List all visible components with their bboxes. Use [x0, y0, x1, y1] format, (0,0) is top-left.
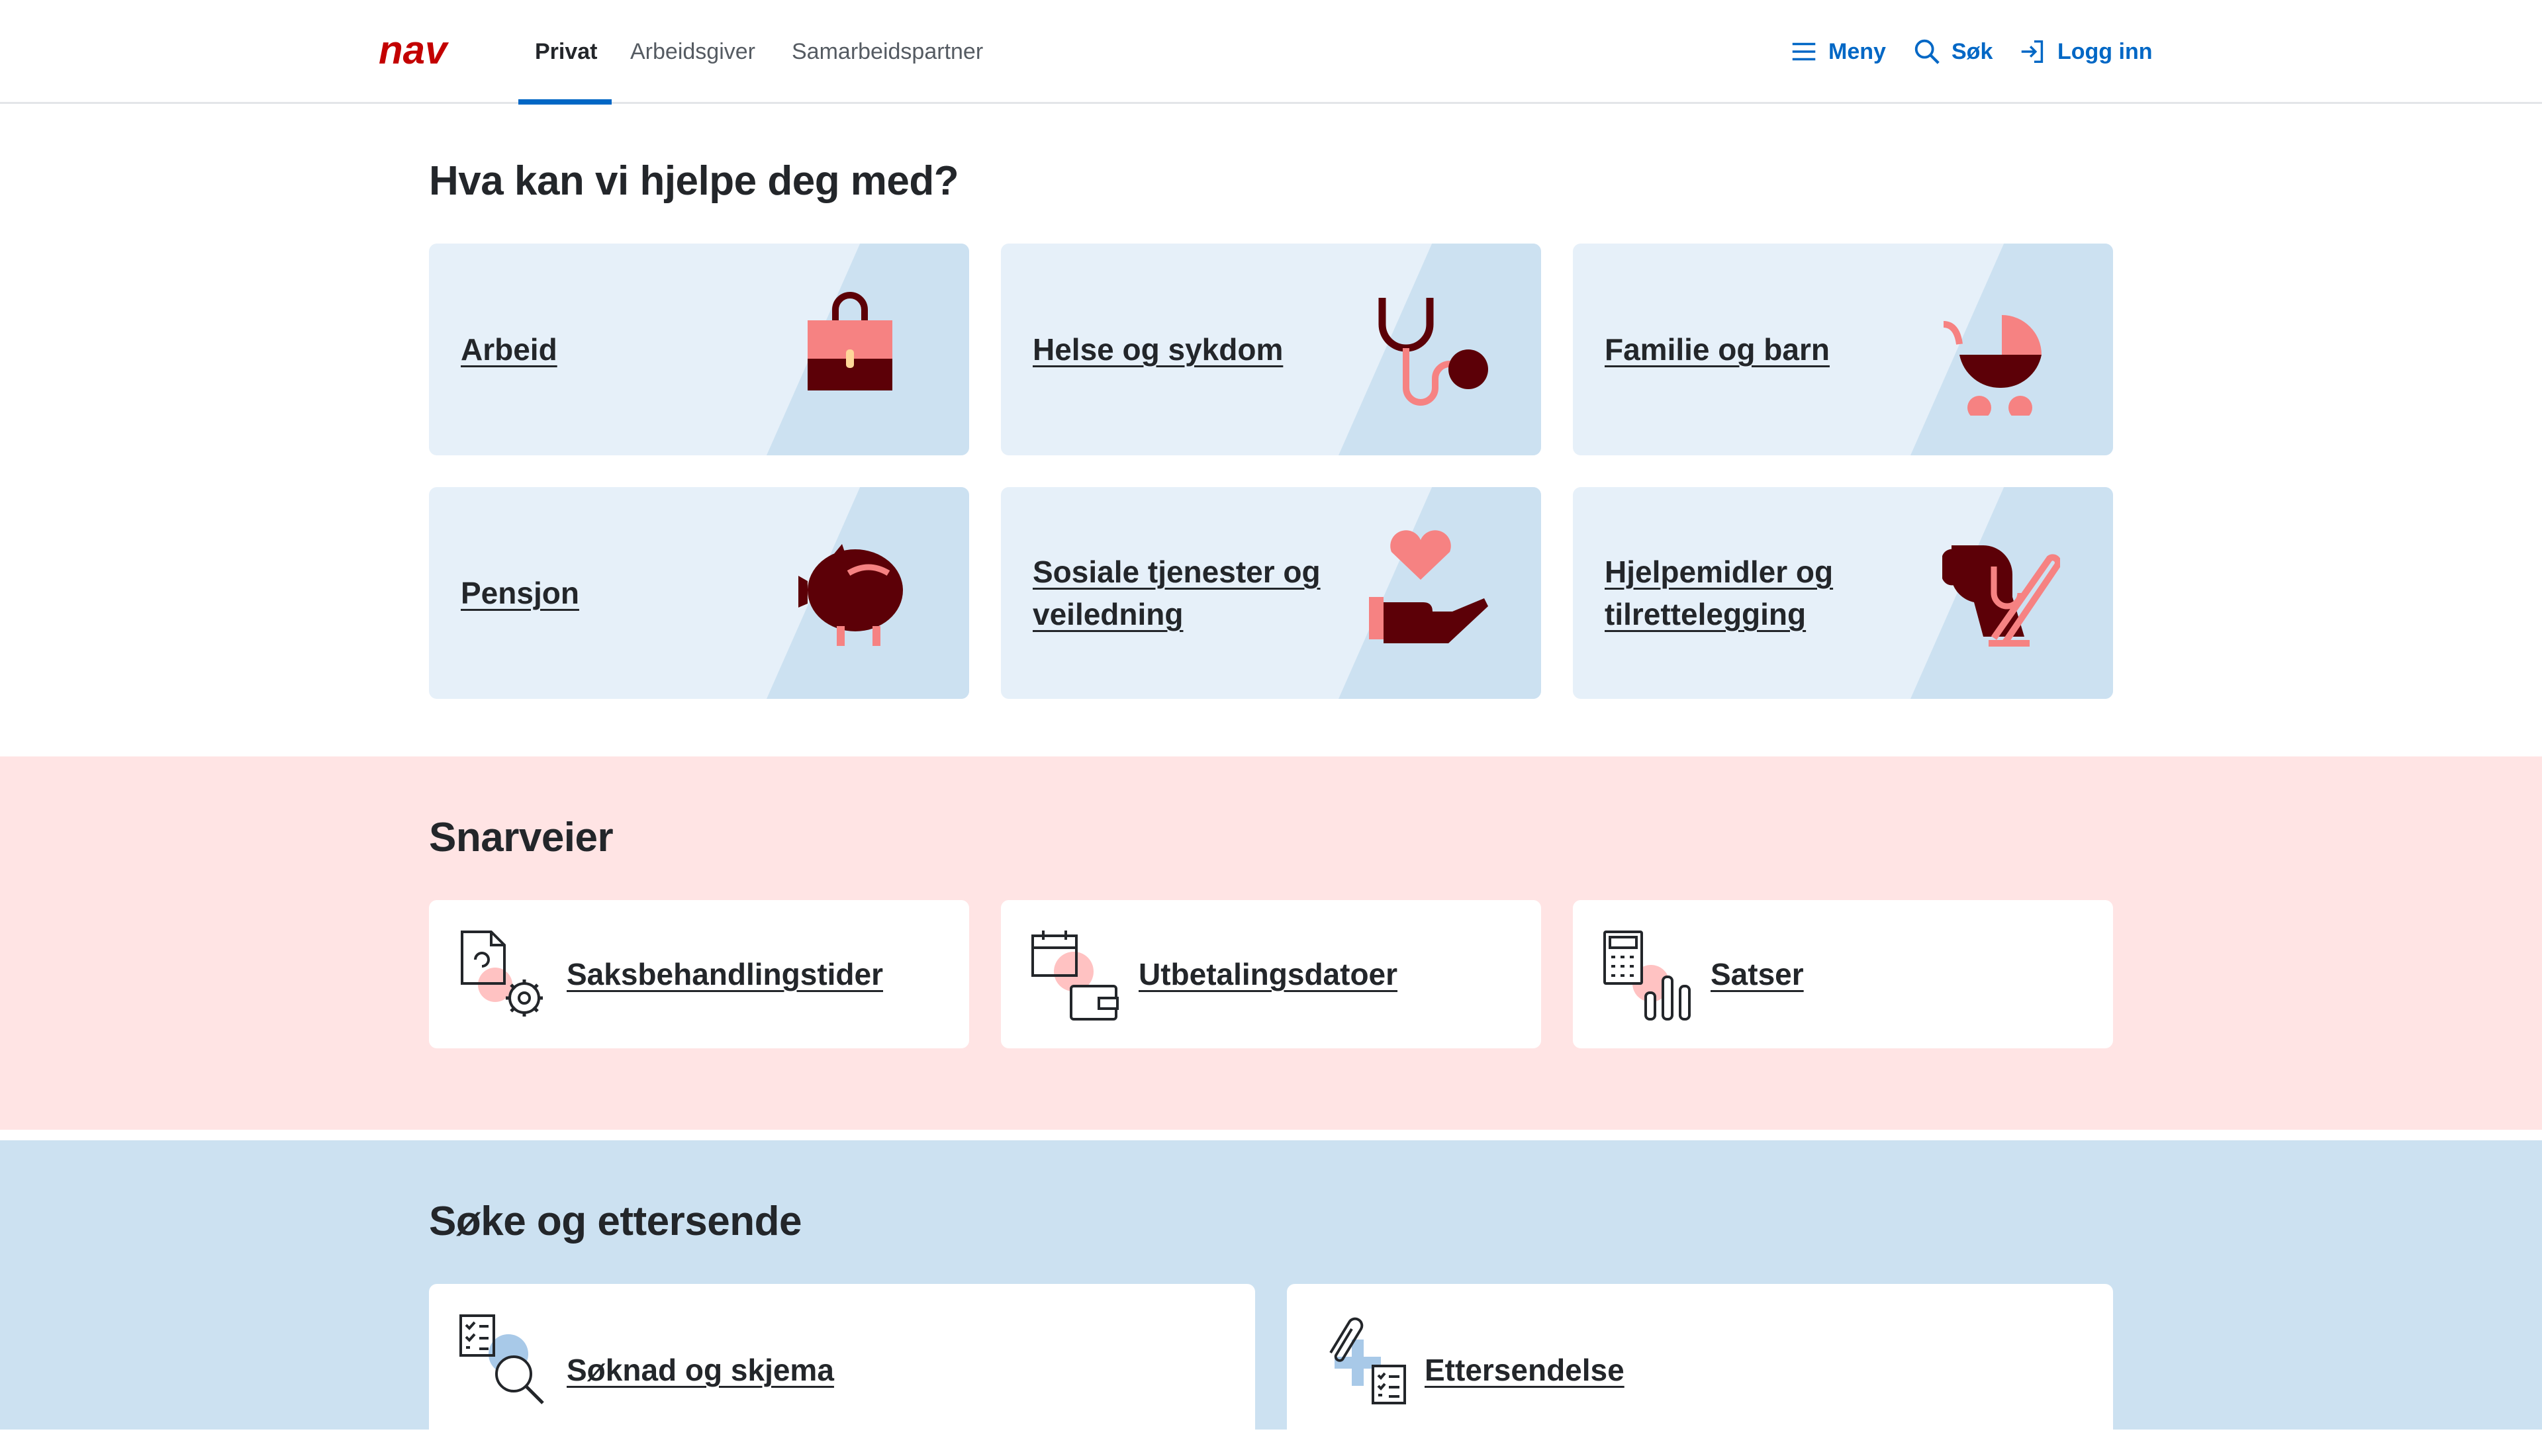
card-label: Arbeid — [461, 332, 557, 367]
nav-logo-icon: nav — [379, 28, 449, 72]
tab-arbeidsgiver[interactable]: Arbeidsgiver — [630, 0, 755, 104]
paperclip-form-icon — [1329, 1317, 1406, 1404]
form-search-icon — [459, 1314, 544, 1404]
shortcut-utbetalingsdatoer[interactable]: Utbetalingsdatoer — [1001, 900, 1541, 1048]
search-button[interactable]: Søk — [1912, 33, 1993, 70]
card-label: Pensjon — [461, 576, 579, 610]
shortcut-saksbehandlingstider[interactable]: Saksbehandlingstider — [429, 900, 969, 1048]
card-arbeid[interactable]: Arbeid — [429, 244, 969, 455]
logo-text: nav — [379, 34, 449, 69]
search-label: Søk — [1952, 38, 1993, 64]
apply-label: Søknad og skjema — [567, 1353, 834, 1387]
tab-label: Samarbeidspartner — [792, 39, 984, 64]
menu-label: Meny — [1828, 38, 1886, 64]
shortcut-label: Satser — [1711, 957, 1804, 991]
stroller-icon — [1943, 315, 2042, 416]
nav-logo[interactable]: nav — [379, 28, 469, 72]
login-icon — [2021, 40, 2044, 64]
apply-section — [0, 1140, 2542, 1430]
tab-label: Arbeidsgiver — [630, 39, 755, 64]
card-helse-og-sykdom[interactable]: Helse og sykdom — [1001, 244, 1541, 455]
card-label: Helse og sykdom — [1033, 332, 1284, 367]
guide-dog-icon — [1942, 545, 2060, 647]
piggy-bank-icon — [798, 544, 903, 646]
card-familie-og-barn[interactable]: Familie og barn — [1573, 244, 2113, 455]
calendar-wallet-icon — [1031, 931, 1119, 1021]
page: nav Privat Arbeidsgiver Samarbeidspartne… — [0, 0, 2542, 1456]
search-icon — [1914, 39, 1940, 64]
login-button[interactable]: Logg inn — [2018, 33, 2153, 70]
apply-heading: Søke og ettersende — [429, 1199, 802, 1244]
card-hjelpemidler-og-tilrettelegging[interactable]: Hjelpemidler og tilrettelegging — [1573, 487, 2113, 699]
shortcut-label: Utbetalingsdatoer — [1139, 957, 1398, 991]
card-label: Sosiale tjenester og veiledning — [1033, 555, 1321, 631]
stethoscope-icon — [1378, 298, 1488, 406]
help-heading: Hva kan vi hjelpe deg med? — [429, 158, 959, 204]
card-label: Hjelpemidler og tilrettelegging — [1605, 555, 1834, 631]
card-pensjon[interactable]: Pensjon — [429, 487, 969, 699]
active-tab-indicator — [518, 99, 612, 105]
menu-button[interactable]: Meny — [1789, 33, 1886, 70]
hamburger-icon — [1792, 42, 1816, 61]
apply-soknad-og-skjema[interactable]: Søknad og skjema — [429, 1284, 1255, 1456]
hand-heart-icon — [1369, 530, 1488, 643]
tab-samarbeidspartner[interactable]: Samarbeidspartner — [792, 0, 983, 104]
apply-label: Ettersendelse — [1425, 1353, 1624, 1387]
apply-ettersendelse[interactable]: Ettersendelse — [1287, 1284, 2113, 1456]
card-label: Familie og barn — [1605, 332, 1830, 367]
shortcuts-heading: Snarveier — [429, 815, 614, 860]
calculator-chart-icon — [1603, 931, 1691, 1021]
shortcut-label: Saksbehandlingstider — [567, 957, 884, 991]
tab-label: Privat — [535, 39, 598, 64]
document-gear-icon — [461, 931, 543, 1017]
card-sosiale-tjenester-og-veiledning[interactable]: Sosiale tjenester og veiledning — [1001, 487, 1541, 699]
login-label: Logg inn — [2057, 38, 2153, 64]
site-header: nav Privat Arbeidsgiver Samarbeidspartne… — [0, 0, 2542, 105]
shortcut-satser[interactable]: Satser — [1573, 900, 2113, 1048]
tab-privat[interactable]: Privat — [535, 0, 598, 104]
briefcase-icon — [808, 292, 892, 390]
